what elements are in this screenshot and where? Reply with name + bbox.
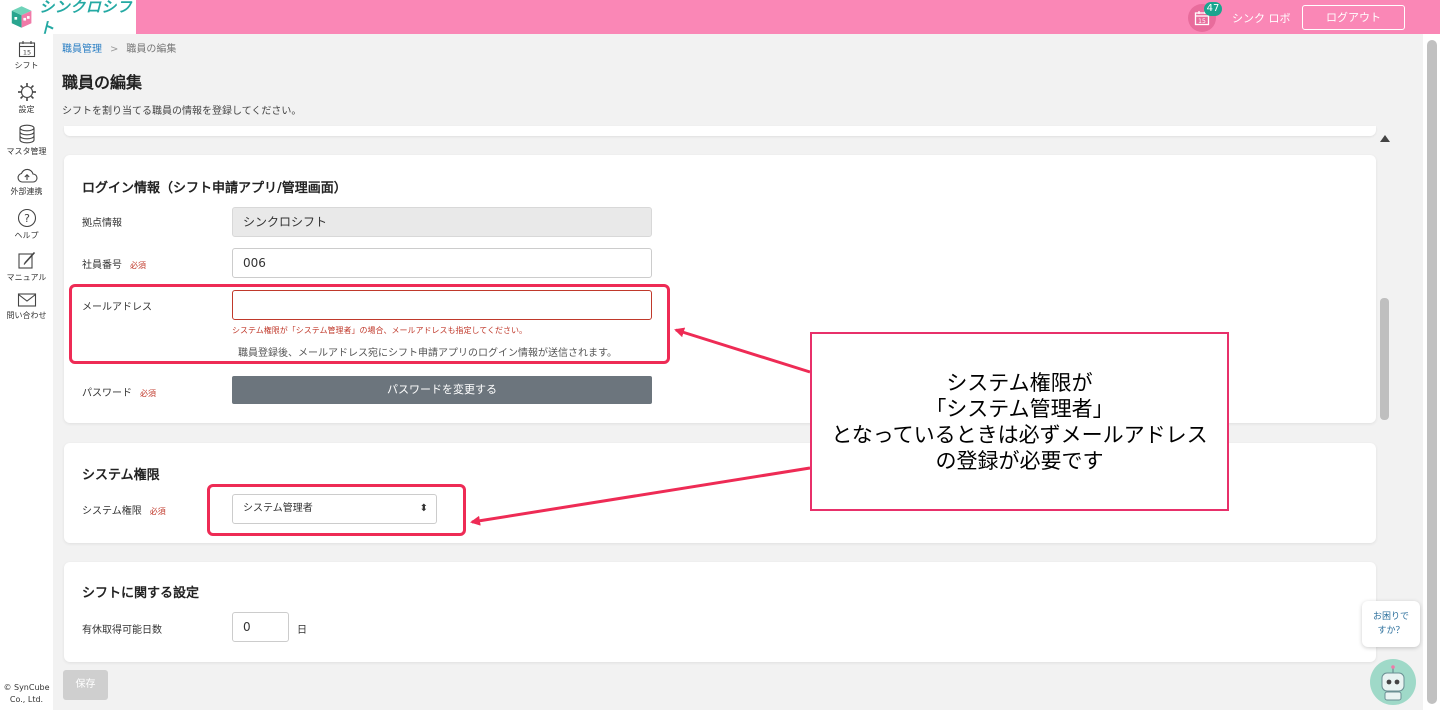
arrow-to-email: [674, 327, 811, 374]
arrow-to-permission: [470, 466, 811, 526]
annotation-callout: システム権限が 「システム管理者」 となっているときは必ずメールアドレス の登録…: [810, 332, 1229, 511]
